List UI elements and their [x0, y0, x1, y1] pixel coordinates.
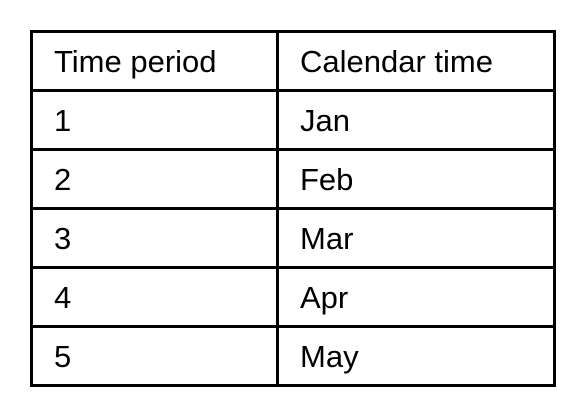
table-row: 1 Jan	[30, 89, 556, 151]
header-time-period: Time period	[30, 30, 279, 92]
cell-calendar-time: Feb	[276, 148, 556, 210]
time-period-table: Time period Calendar time 1 Jan 2 Feb 3 …	[30, 30, 556, 387]
header-calendar-time: Calendar time	[276, 30, 556, 92]
cell-calendar-time: May	[276, 325, 556, 387]
table-row: 3 Mar	[30, 207, 556, 269]
table-header-row: Time period Calendar time	[30, 30, 556, 92]
cell-time-period: 5	[30, 325, 279, 387]
cell-time-period: 3	[30, 207, 279, 269]
cell-calendar-time: Apr	[276, 266, 556, 328]
cell-time-period: 1	[30, 89, 279, 151]
cell-calendar-time: Jan	[276, 89, 556, 151]
table-row: 5 May	[30, 325, 556, 387]
table-row: 4 Apr	[30, 266, 556, 328]
table-row: 2 Feb	[30, 148, 556, 210]
cell-time-period: 4	[30, 266, 279, 328]
cell-time-period: 2	[30, 148, 279, 210]
cell-calendar-time: Mar	[276, 207, 556, 269]
